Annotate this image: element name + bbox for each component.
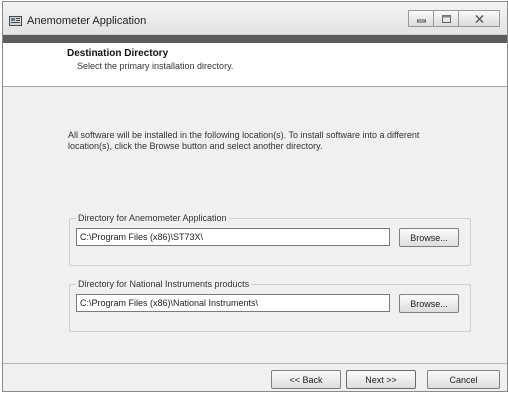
- back-button[interactable]: << Back: [271, 370, 341, 389]
- minimize-button[interactable]: [408, 10, 434, 27]
- page-subtitle: Select the primary installation director…: [77, 61, 234, 71]
- browse-button-anemometer[interactable]: Browse...: [399, 228, 459, 247]
- directory-input-anemometer[interactable]: [76, 228, 390, 246]
- directory-input-national-instruments[interactable]: [76, 294, 390, 312]
- maximize-icon: [441, 14, 451, 23]
- directory-group-anemometer: Directory for Anemometer Application Bro…: [69, 213, 471, 266]
- window-title: Anemometer Application: [27, 15, 147, 27]
- next-button[interactable]: Next >>: [346, 370, 416, 389]
- close-icon: [475, 14, 483, 23]
- page-header: Destination Directory Select the primary…: [3, 43, 507, 87]
- directory-label-anemometer: Directory for Anemometer Application: [76, 213, 229, 223]
- wizard-footer: << Back Next >> Cancel: [3, 363, 507, 391]
- directory-label-national-instruments: Directory for National Instruments produ…: [76, 279, 252, 289]
- window-controls: [408, 10, 500, 27]
- close-button[interactable]: [458, 10, 500, 27]
- installer-window: Anemometer Application Destination Direc…: [2, 1, 508, 392]
- page-title: Destination Directory: [67, 48, 169, 59]
- cancel-button[interactable]: Cancel: [427, 370, 500, 389]
- minimize-icon: [416, 19, 426, 22]
- installer-app-icon: [9, 16, 22, 26]
- title-separator-bar: [3, 35, 507, 43]
- title-bar[interactable]: Anemometer Application: [3, 2, 507, 35]
- install-description: All software will be installed in the fo…: [68, 130, 420, 151]
- main-content: All software will be installed in the fo…: [3, 88, 507, 367]
- maximize-button[interactable]: [433, 10, 459, 27]
- browse-button-national-instruments[interactable]: Browse...: [399, 294, 459, 313]
- directory-group-national-instruments: Directory for National Instruments produ…: [69, 279, 471, 332]
